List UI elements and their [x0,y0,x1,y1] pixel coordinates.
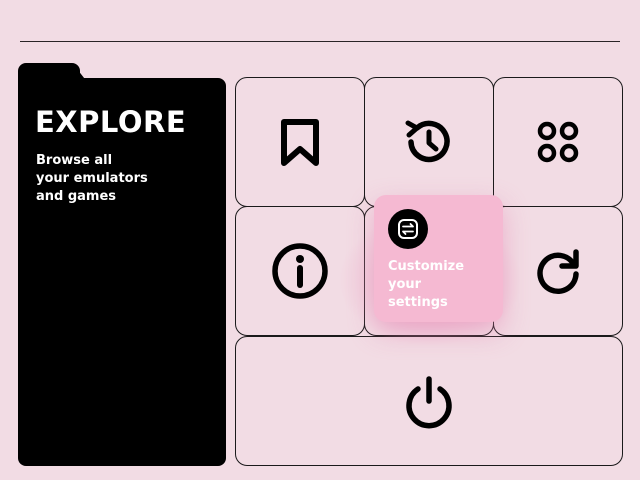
reload-icon [537,249,579,295]
apps-tile[interactable] [493,77,623,207]
settings-card-label: Customize your settings [388,259,465,310]
bookmark-tile[interactable] [235,77,365,207]
explore-description: Browse all your emulators and games [36,153,148,204]
info-icon [272,243,328,299]
toggle-settings-icon [398,219,418,239]
bookmark-icon [281,119,319,166]
top-divider [20,41,620,42]
grid-icon [537,121,579,163]
settings-icon-badge [388,209,428,249]
power-tile[interactable] [235,336,623,466]
history-icon [405,120,450,163]
customize-settings-card[interactable]: Customize your settings [374,195,503,322]
power-icon [406,376,452,429]
explore-title: EXPLORE [35,105,187,139]
history-tile[interactable] [364,77,494,207]
